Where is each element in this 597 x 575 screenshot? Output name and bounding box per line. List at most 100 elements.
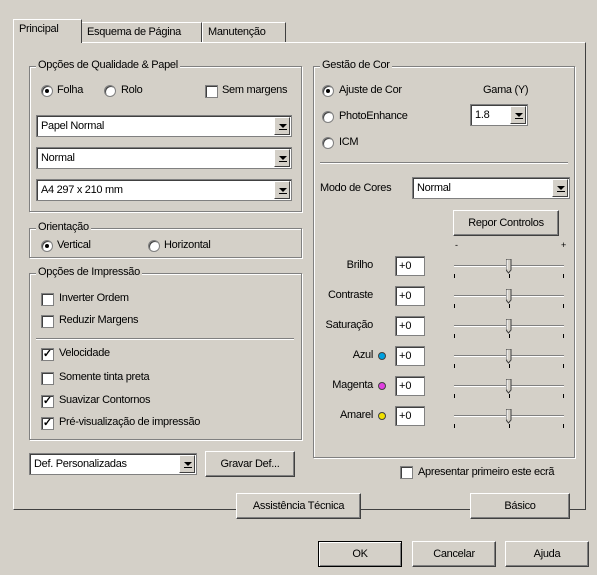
- chevron-down-icon[interactable]: [274, 149, 290, 167]
- tab-manutencao[interactable]: Manutenção: [202, 22, 286, 42]
- slider-thumb[interactable]: [506, 259, 512, 274]
- gama-value: 1.8: [475, 109, 490, 121]
- adjust-slider[interactable]: [454, 289, 564, 311]
- slider-value-field[interactable]: +0: [395, 406, 425, 426]
- paper-type-select[interactable]: Papel Normal: [36, 115, 292, 137]
- slider-value-field[interactable]: +0: [395, 376, 425, 396]
- save-settings-button[interactable]: Gravar Def...: [205, 451, 295, 477]
- slider-tick: [454, 274, 455, 278]
- slider-tick: [509, 364, 510, 368]
- printer-properties-dialog: Principal Esquema de Página Manutenção O…: [0, 0, 597, 575]
- slider-value-field[interactable]: +0: [395, 256, 425, 276]
- reduzir-margens-checkbox[interactable]: [41, 315, 54, 328]
- rolo-label: Rolo: [121, 84, 143, 96]
- slider-tick: [454, 334, 455, 338]
- icm-radio[interactable]: [322, 137, 334, 149]
- tab-esquema-de-pagina[interactable]: Esquema de Página: [81, 22, 202, 42]
- inverter-ordem-checkbox[interactable]: [41, 293, 54, 306]
- suavizar-contornos-label: Suavizar Contornos: [59, 394, 151, 406]
- slider-tick: [454, 424, 455, 428]
- slider-thumb[interactable]: [506, 379, 512, 394]
- quality-mode-select[interactable]: Normal: [36, 147, 292, 169]
- slider-label: Saturação: [325, 319, 374, 331]
- slider-tick: [563, 394, 564, 398]
- somente-tinta-preta-checkbox[interactable]: [41, 372, 54, 385]
- vertical-label: Vertical: [57, 239, 91, 251]
- pre-visualizacao-checkbox[interactable]: ✓: [41, 417, 54, 430]
- icm-label: ICM: [339, 136, 359, 148]
- color-mode-value: Normal: [417, 182, 451, 194]
- vertical-radio[interactable]: [41, 240, 53, 252]
- photoenhance-radio[interactable]: [322, 111, 334, 123]
- quality-mode-value: Normal: [41, 152, 75, 164]
- slider-thumb[interactable]: [506, 349, 512, 364]
- divider: [36, 338, 294, 340]
- show-first-checkbox[interactable]: [400, 466, 413, 479]
- suavizar-contornos-checkbox[interactable]: ✓: [41, 395, 54, 408]
- ajuste-de-cor-radio[interactable]: [322, 85, 334, 97]
- folha-label: Folha: [57, 84, 84, 96]
- adjust-slider[interactable]: [454, 319, 564, 341]
- paper-size-select[interactable]: A4 297 x 210 mm: [36, 179, 292, 201]
- slider-label: Amarel: [339, 409, 373, 421]
- horizontal-radio[interactable]: [148, 240, 160, 252]
- folha-radio[interactable]: [41, 85, 53, 97]
- slider-value-field[interactable]: +0: [395, 286, 425, 306]
- photoenhance-label: PhotoEnhance: [339, 110, 408, 122]
- reset-controls-button[interactable]: Repor Controlos: [453, 210, 559, 236]
- slider-thumb[interactable]: [506, 319, 512, 334]
- group-title: Opções de Qualidade & Papel: [36, 59, 180, 71]
- slider-tick: [454, 394, 455, 398]
- tab-label: Principal: [19, 23, 59, 35]
- slider-tick: [509, 304, 510, 308]
- pre-visualizacao-label: Pré-visualização de impressão: [59, 416, 201, 428]
- adjust-slider[interactable]: [454, 259, 564, 281]
- tab-principal[interactable]: Principal: [13, 19, 82, 43]
- slider-label: Contraste: [328, 289, 373, 301]
- group-title: Opções de Impressão: [36, 266, 142, 278]
- tab-label: Manutenção: [208, 26, 266, 38]
- velocidade-checkbox[interactable]: ✓: [41, 348, 54, 361]
- color-mode-select[interactable]: Normal: [412, 177, 570, 199]
- slider-value-field[interactable]: +0: [395, 316, 425, 336]
- slider-value-field[interactable]: +0: [395, 346, 425, 366]
- chevron-down-icon[interactable]: [179, 455, 195, 473]
- adjust-slider[interactable]: [454, 379, 564, 401]
- ajuste-de-cor-label: Ajuste de Cor: [339, 84, 402, 96]
- range-max-mark: +: [561, 240, 566, 250]
- gama-select[interactable]: 1.8: [470, 104, 528, 126]
- color-dot-icon: [378, 382, 386, 390]
- sem-margens-checkbox[interactable]: [205, 85, 218, 98]
- ok-button[interactable]: OK: [318, 541, 402, 567]
- help-button[interactable]: Ajuda: [505, 541, 589, 567]
- show-first-label: Apresentar primeiro este ecrã: [418, 466, 555, 478]
- slider-tick: [509, 424, 510, 428]
- somente-tinta-preta-label: Somente tinta preta: [59, 371, 150, 383]
- slider-tick: [454, 364, 455, 368]
- slider-label: Magenta: [332, 379, 373, 391]
- basic-button[interactable]: Básico: [470, 493, 570, 519]
- adjust-slider[interactable]: [454, 409, 564, 431]
- chevron-down-icon[interactable]: [510, 106, 526, 124]
- divider: [320, 162, 568, 164]
- slider-tick: [563, 424, 564, 428]
- tab-label: Esquema de Página: [87, 26, 181, 38]
- custom-settings-select[interactable]: Def. Personalizadas: [29, 453, 197, 475]
- slider-thumb[interactable]: [506, 289, 512, 304]
- chevron-down-icon[interactable]: [552, 179, 568, 197]
- rolo-radio[interactable]: [104, 85, 116, 97]
- chevron-down-icon[interactable]: [274, 181, 290, 199]
- slider-tick: [563, 364, 564, 368]
- slider-thumb[interactable]: [506, 409, 512, 424]
- group-title: Gestão de Cor: [320, 59, 392, 71]
- slider-tick: [509, 334, 510, 338]
- cancel-button[interactable]: Cancelar: [412, 541, 496, 567]
- slider-label: Azul: [352, 349, 374, 361]
- chevron-down-icon[interactable]: [274, 117, 290, 135]
- modo-de-cores-label: Modo de Cores: [320, 182, 392, 194]
- slider-label: Brilho: [346, 259, 374, 271]
- adjust-slider[interactable]: [454, 349, 564, 371]
- custom-settings-value: Def. Personalizadas: [34, 458, 127, 470]
- technical-assistance-button[interactable]: Assistência Técnica: [236, 493, 361, 519]
- slider-tick: [509, 394, 510, 398]
